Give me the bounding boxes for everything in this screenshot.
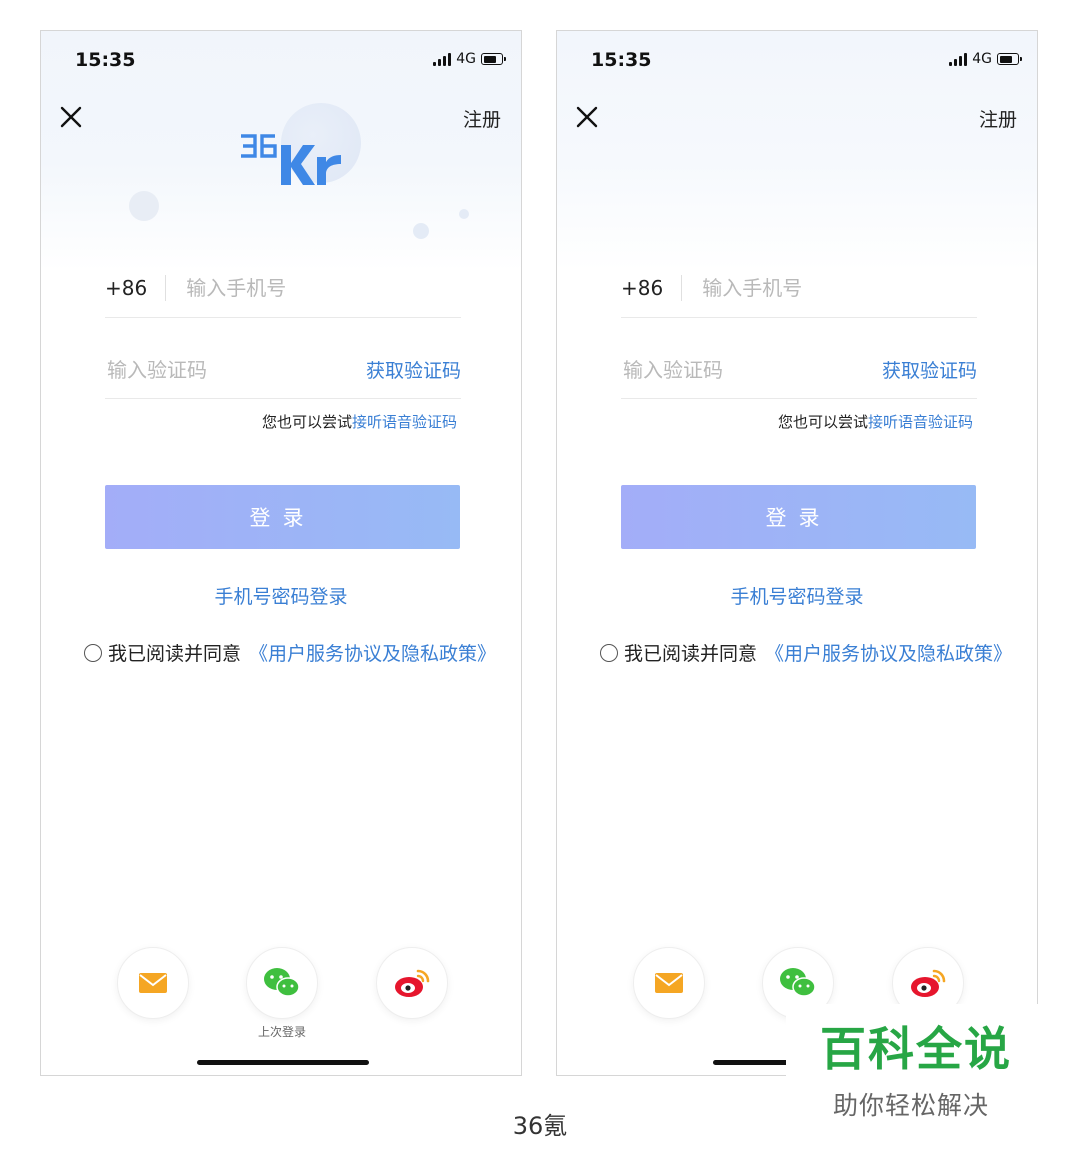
agreement-text: 我已阅读并同意 [108,643,242,665]
voice-code-link[interactable]: 接听语音验证码 [868,413,973,431]
watermark-title: 百科全说 [820,1022,1012,1076]
password-login-link[interactable]: 手机号密码登录 [557,582,1037,609]
decor-bubble [413,223,429,239]
status-indicators: 4G [949,51,1022,67]
verification-code-row: 获取验证码 [105,341,461,399]
watermark-subtitle: 助你轻松解决 [833,1091,990,1120]
network-label: 4G [972,51,992,67]
logo-36kr [241,134,341,185]
get-code-button[interactable]: 获取验证码 [366,356,461,383]
weibo-icon [395,969,430,997]
agreement-radio[interactable] [600,643,618,662]
email-login-button[interactable] [117,947,189,1019]
verification-code-row: 获取验证码 [621,341,977,399]
decor-bubble [129,191,159,221]
phone-number-input[interactable] [700,275,945,301]
status-time: 15:35 [591,49,652,71]
voice-code-link[interactable]: 接听语音验证码 [352,413,457,431]
verification-code-input[interactable] [621,356,825,383]
register-link[interactable]: 注册 [979,105,1017,132]
phone-screen-right: 15:35 4G 注册 +86 获取验证码 您也可以尝试接听语音验证码 登录 手… [556,30,1038,1076]
battery-icon [997,53,1022,65]
country-code-selector[interactable]: +86 [105,275,167,301]
wechat-icon [264,968,300,997]
register-link[interactable]: 注册 [463,105,501,132]
get-code-button[interactable]: 获取验证码 [882,356,977,383]
wechat-icon [780,968,816,997]
decor-bubble [459,209,469,219]
close-icon[interactable] [573,103,601,131]
signal-icon [433,52,452,66]
login-button[interactable]: 登录 [105,485,460,549]
email-login-button[interactable] [633,947,705,1019]
signal-icon [949,52,968,66]
voice-code-hint: 您也可以尝试接听语音验证码 [778,411,973,432]
phone-number-row: +86 [621,259,977,318]
country-code-selector[interactable]: +86 [621,275,683,301]
verification-code-input[interactable] [105,356,309,383]
voice-code-hint: 您也可以尝试接听语音验证码 [262,411,457,432]
status-indicators: 4G [433,51,506,67]
status-time: 15:35 [75,49,136,71]
login-button[interactable]: 登录 [621,485,976,549]
voice-hint-text: 您也可以尝试 [261,413,352,431]
last-login-label: 上次登录 [257,1025,306,1039]
battery-icon [481,53,506,65]
phone-screen-left: 15:35 4G 注册 +86 获取验证码 您也可以尝试接听语音验证码 登录 手… [40,30,522,1076]
agreement-row: 我已阅读并同意 《用户服务协议及隐私政策》 [84,639,496,666]
phone-number-row: +86 [105,259,461,318]
agreement-row: 我已阅读并同意 《用户服务协议及隐私政策》 [600,639,1012,666]
agreement-radio[interactable] [84,643,102,662]
wechat-login-button[interactable] [246,947,318,1019]
email-icon [655,973,683,993]
home-indicator[interactable] [197,1060,369,1065]
network-label: 4G [456,51,476,67]
close-icon[interactable] [57,103,85,131]
weibo-icon [911,969,946,997]
password-login-link[interactable]: 手机号密码登录 [41,582,521,609]
agreement-link[interactable]: 《用户服务协议及隐私政策》 [765,639,1012,666]
voice-hint-text: 您也可以尝试 [777,413,868,431]
weibo-login-button[interactable] [376,947,448,1019]
agreement-link[interactable]: 《用户服务协议及隐私政策》 [249,639,496,666]
agreement-text: 我已阅读并同意 [624,643,758,665]
phone-number-input[interactable] [184,275,429,301]
email-icon [139,973,167,993]
